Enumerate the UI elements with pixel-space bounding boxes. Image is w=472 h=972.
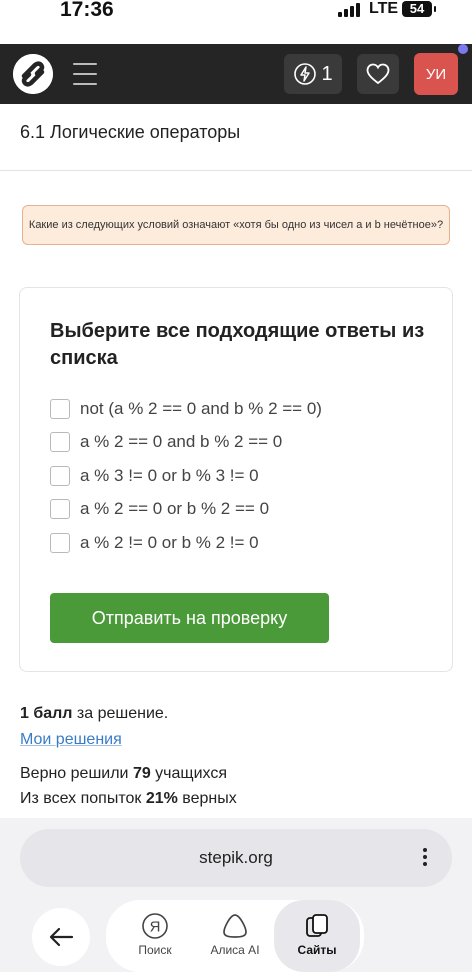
alice-icon: [221, 912, 249, 940]
quiz-title: Выберите все подходящие ответы из списка: [50, 320, 425, 369]
answer-option[interactable]: a % 2 == 0 and b % 2 == 0: [50, 426, 322, 460]
answer-option[interactable]: a % 2 == 0 or b % 2 == 0: [50, 493, 322, 527]
checkbox[interactable]: [50, 465, 70, 486]
url-text: stepik.org: [199, 848, 273, 867]
checkbox[interactable]: [50, 499, 70, 520]
solved-stat: Верно решили 79 учащихся: [20, 765, 227, 783]
my-solutions-link[interactable]: Мои решения: [20, 731, 122, 749]
question-hint: Какие из следующих условий означают «хот…: [22, 205, 450, 245]
status-bar: 17:36 LTE 54: [0, 0, 472, 44]
answer-label: a % 3 != 0 or b % 3 != 0: [80, 465, 259, 485]
energy-button[interactable]: 1: [284, 54, 342, 94]
stepik-logo-icon[interactable]: [13, 54, 53, 94]
answer-option[interactable]: not (a % 2 == 0 and b % 2 == 0): [50, 392, 322, 426]
score-points: 1 балл: [20, 705, 73, 722]
answer-label: a % 2 == 0 and b % 2 == 0: [80, 432, 283, 452]
checkbox[interactable]: [50, 432, 70, 453]
nav-label: Алиса AI: [210, 943, 260, 957]
more-options-icon[interactable]: [420, 848, 430, 870]
status-time: 17:36: [60, 0, 114, 21]
answer-label: a % 2 == 0 or b % 2 == 0: [80, 499, 270, 519]
answer-option[interactable]: a % 3 != 0 or b % 3 != 0: [50, 459, 322, 493]
answer-label: not (a % 2 == 0 and b % 2 == 0): [80, 398, 322, 418]
favorites-button[interactable]: [357, 54, 399, 94]
nav-sites[interactable]: Сайты: [274, 900, 360, 972]
yandex-search-icon: Я: [141, 912, 169, 940]
divider: [0, 170, 472, 171]
score-suffix: за решение.: [72, 705, 169, 722]
answer-options: not (a % 2 == 0 and b % 2 == 0) a % 2 ==…: [50, 392, 322, 560]
solved-suffix: учащихся: [150, 765, 227, 782]
answer-label: a % 2 != 0 or b % 2 != 0: [80, 532, 259, 552]
sites-icon: [303, 912, 331, 940]
back-button[interactable]: [32, 908, 90, 966]
checkbox[interactable]: [50, 398, 70, 419]
solved-count: 79: [132, 765, 151, 782]
answer-option[interactable]: a % 2 != 0 or b % 2 != 0: [50, 526, 322, 560]
energy-count: 1: [321, 62, 333, 85]
solved-prefix: Верно решили: [20, 765, 133, 782]
nav-alice[interactable]: Алиса AI: [192, 900, 278, 972]
arrow-left-icon: [49, 927, 74, 947]
browser-bottom-nav: Я Поиск Алиса AI Сайты: [106, 900, 364, 972]
attempts-suffix: верных: [177, 790, 237, 807]
menu-icon[interactable]: [73, 63, 97, 85]
svg-text:Я: Я: [150, 919, 161, 936]
checkbox[interactable]: [50, 532, 70, 553]
attempts-percent: 21%: [145, 790, 178, 807]
signal-icon: [338, 3, 360, 17]
quiz-card: Выберите все подходящие ответы из списка…: [19, 287, 453, 672]
nav-search[interactable]: Я Поиск: [112, 900, 198, 972]
heart-icon: [366, 63, 390, 85]
address-bar[interactable]: stepik.org: [20, 829, 452, 887]
battery-icon: 54: [402, 1, 436, 17]
notification-dot: [458, 44, 468, 54]
nav-label: Поиск: [138, 943, 172, 957]
attempts-stat: Из всех попыток 21% верных: [20, 790, 237, 808]
score-info: 1 балл за решение.: [20, 705, 168, 723]
lesson-title: 6.1 Логические операторы: [20, 122, 241, 142]
nav-label: Сайты: [297, 943, 337, 957]
attempts-prefix: Из всех попыток: [20, 790, 146, 807]
user-avatar[interactable]: УИ: [414, 53, 458, 95]
submit-button[interactable]: Отправить на проверку: [50, 593, 329, 643]
top-navbar: 1 УИ: [0, 44, 472, 104]
lightning-icon: [294, 63, 317, 85]
network-type: LTE: [369, 0, 399, 17]
